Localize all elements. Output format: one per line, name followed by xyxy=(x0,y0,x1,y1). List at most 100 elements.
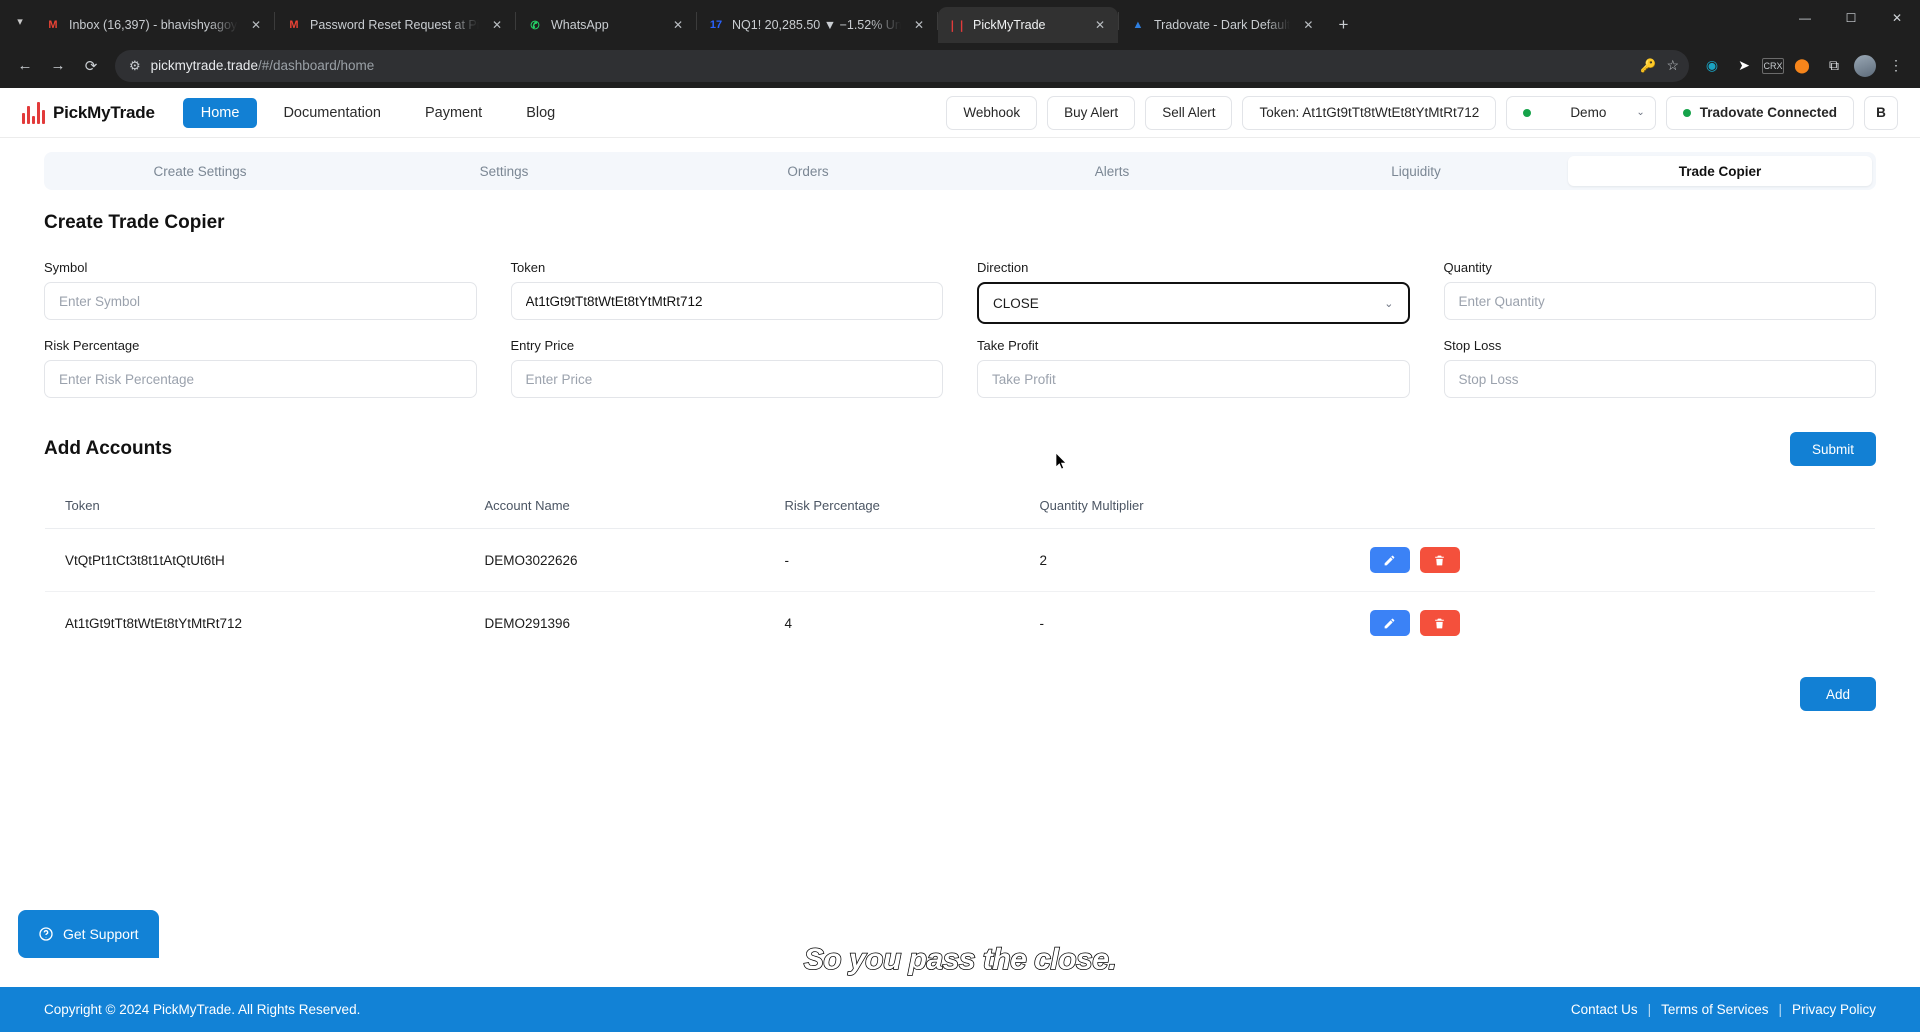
take-profit-input[interactable] xyxy=(977,360,1410,398)
browser-toolbar: ← → ⟳ ⚙︎ pickmytrade.trade/#/dashboard/h… xyxy=(0,43,1920,88)
extension-icons: ◉ ➤ CRX ⬤ ⧉ ⋮ xyxy=(1698,52,1910,80)
submit-button[interactable]: Submit xyxy=(1789,432,1876,466)
tab-settings[interactable]: Settings xyxy=(352,156,656,186)
close-tab-icon[interactable]: ✕ xyxy=(487,15,507,35)
close-tab-icon[interactable]: ✕ xyxy=(1298,15,1318,35)
account-mode-select[interactable]: Demo ⌄ xyxy=(1506,95,1656,130)
footer-link-privacy-policy[interactable]: Privacy Policy xyxy=(1792,1002,1876,1017)
trash-icon xyxy=(1435,555,1444,565)
table-header-row: Token Account Name Risk Percentage Quantity… xyxy=(45,483,1875,529)
column-header-actions xyxy=(1349,483,1875,529)
delete-row-button[interactable] xyxy=(1419,610,1460,636)
star-icon[interactable]: ☆ xyxy=(1666,57,1679,74)
edit-row-button[interactable] xyxy=(1369,610,1410,636)
nav-item-payment[interactable]: Payment xyxy=(407,98,500,128)
minimize-button[interactable]: — xyxy=(1782,0,1828,36)
tab-liquidity[interactable]: Liquidity xyxy=(1264,156,1568,186)
browser-tab[interactable]: M Inbox (16,397) - bhavishyagoyal ✕ xyxy=(34,7,274,43)
tab-title: PickMyTrade xyxy=(973,18,1046,32)
table-row: VtQtPt1tCt3t8t1tAtQtUt6tH DEMO3022626-2 xyxy=(45,528,1875,592)
brand-name: PickMyTrade xyxy=(53,102,155,122)
footer-separator: | xyxy=(1647,1002,1652,1017)
cell-quantity-multiplier: 2 xyxy=(1019,528,1350,592)
brand-logo[interactable]: PickMyTrade xyxy=(22,101,155,124)
profile-avatar[interactable] xyxy=(1852,52,1878,79)
browser-window: ▾ M Inbox (16,397) - bhavishyagoyal ✕ M Pass… xyxy=(0,0,1920,1032)
maximize-button[interactable]: ☐ xyxy=(1828,0,1874,36)
add-row-container: Add xyxy=(44,677,1876,711)
close-tab-icon[interactable]: ✕ xyxy=(909,15,929,35)
crx-extension-icon[interactable]: CRX xyxy=(1762,57,1784,74)
tab-orders[interactable]: Orders xyxy=(656,156,960,186)
accounts-title: Add Accounts xyxy=(44,438,173,459)
section-tabs: Create Settings Settings Orders Alerts Liqui… xyxy=(44,152,1876,190)
field-token: Token xyxy=(510,260,943,324)
nav-item-documentation[interactable]: Documentation xyxy=(265,98,399,128)
pencil-icon xyxy=(1384,618,1395,628)
tab-title: NQ1! 20,285.50 ▼ −1.52% Unna xyxy=(732,18,901,32)
direction-select[interactable]: CLOSE ⌄ xyxy=(977,282,1410,324)
field-stop-loss: Stop Loss xyxy=(1443,338,1876,398)
reload-icon[interactable]: ⟳ xyxy=(76,51,106,81)
footer-link-contact-us[interactable]: Contact Us xyxy=(1571,1002,1638,1017)
edit-row-button[interactable] xyxy=(1369,547,1410,573)
buy-alert-button[interactable]: Buy Alert xyxy=(1047,95,1136,130)
label-token: Token xyxy=(510,260,546,275)
back-icon[interactable]: ← xyxy=(10,51,40,81)
web-page: PickMyTrade Home Documentation Payment Blog… xyxy=(0,88,1920,1032)
label-quantity: Quantity xyxy=(1443,260,1492,275)
field-take-profit: Take Profit xyxy=(977,338,1410,398)
browser-tab[interactable]: 17 NQ1! 20,285.50 ▼ −1.52% Unna ✕ xyxy=(697,7,937,43)
trash-icon xyxy=(1435,618,1444,628)
tab-trade-copier[interactable]: Trade Copier xyxy=(1568,156,1872,186)
entry-price-input[interactable] xyxy=(510,360,943,398)
footer-link-terms-of-services[interactable]: Terms of Services xyxy=(1661,1002,1768,1017)
new-tab-button[interactable]: + xyxy=(1326,8,1360,42)
token-input[interactable] xyxy=(510,282,943,320)
symbol-input[interactable] xyxy=(44,282,477,320)
gmail-icon: M xyxy=(48,19,58,31)
puzzle-extensions-icon[interactable]: ⧉ xyxy=(1820,52,1848,80)
gmail-icon: M xyxy=(289,19,299,31)
page-info-icon[interactable]: ⚙︎ xyxy=(129,58,141,74)
key-icon[interactable]: 🔑 xyxy=(1640,58,1656,74)
add-button[interactable]: Add xyxy=(1799,677,1876,711)
close-tab-icon[interactable]: ✕ xyxy=(668,15,688,35)
question-circle-icon xyxy=(39,927,53,941)
tab-title: WhatsApp xyxy=(551,18,609,32)
cell-token: At1tGt9tTt8tWtEt8tYtMtRt712 xyxy=(65,615,243,631)
close-tab-icon[interactable]: ✕ xyxy=(1090,15,1110,35)
address-bar[interactable]: ⚙︎ pickmytrade.trade/#/dashboard/home 🔑 … xyxy=(115,49,1689,82)
browser-tab[interactable]: ▲ Tradovate - Dark Default ✕ xyxy=(1119,7,1326,43)
close-window-button[interactable]: ✕ xyxy=(1874,0,1920,36)
token-display[interactable]: Token: At1tGt9tTt8tWtEt8tYtMtRt712 xyxy=(1242,95,1497,130)
stop-loss-input[interactable] xyxy=(1443,360,1876,398)
metamask-extension-icon[interactable]: ⬤ xyxy=(1788,52,1816,80)
nav-item-home[interactable]: Home xyxy=(182,97,258,128)
browser-tab[interactable]: ❘❘ PickMyTrade ✕ xyxy=(938,7,1118,43)
sell-alert-button[interactable]: Sell Alert xyxy=(1145,95,1233,130)
table-row: At1tGt9tTt8tWtEt8tYtMtRt712 DEMO291396 4 - xyxy=(45,592,1875,655)
tab-create-settings[interactable]: Create Settings xyxy=(48,156,352,186)
send-extension-icon[interactable]: ➤ xyxy=(1730,52,1758,80)
risk-percentage-input[interactable] xyxy=(44,360,477,398)
webhook-button[interactable]: Webhook xyxy=(946,95,1038,130)
quantity-input[interactable] xyxy=(1443,282,1876,320)
tab-search-chevron-icon[interactable]: ▾ xyxy=(6,0,34,43)
column-header: Token xyxy=(45,483,465,529)
forward-icon[interactable]: → xyxy=(43,51,73,81)
web3-extension-icon[interactable]: ◉ xyxy=(1698,52,1726,80)
close-tab-icon[interactable]: ✕ xyxy=(246,15,266,35)
browser-menu-icon[interactable]: ⋮ xyxy=(1882,52,1910,80)
browser-tab[interactable]: ✆ WhatsApp ✕ xyxy=(516,7,696,43)
browser-tab[interactable]: M Password Reset Request at Pick ✕ xyxy=(275,7,515,43)
header-actions: Webhook Buy Alert Sell Alert Token: At1t… xyxy=(946,95,1898,130)
delete-row-button[interactable] xyxy=(1419,547,1460,573)
footer-separator: | xyxy=(1778,1002,1782,1017)
tab-alerts[interactable]: Alerts xyxy=(960,156,1264,186)
user-avatar-button[interactable]: B xyxy=(1864,95,1898,130)
label-stop-loss: Stop Loss xyxy=(1443,338,1502,353)
nav-item-blog[interactable]: Blog xyxy=(508,98,573,128)
tradovate-icon: ▲ xyxy=(1132,19,1144,31)
connection-status-badge: Tradovate Connected xyxy=(1665,95,1854,130)
